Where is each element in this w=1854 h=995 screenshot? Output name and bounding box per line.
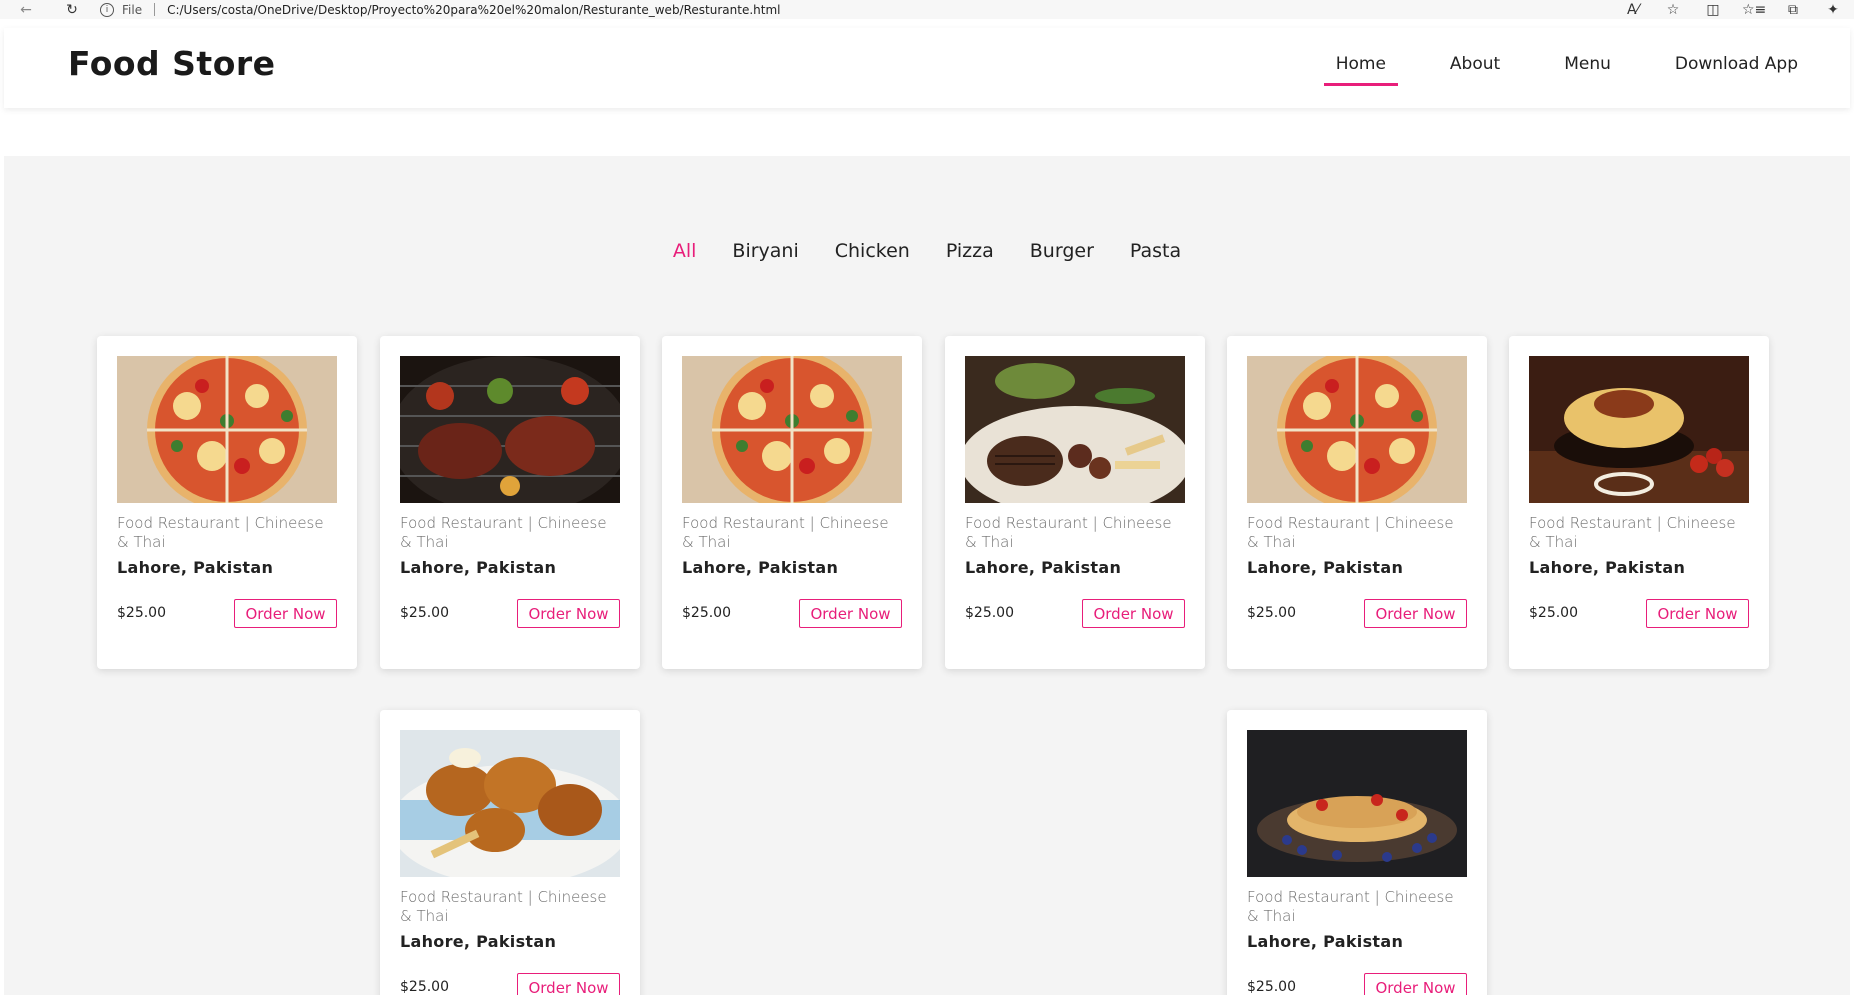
card-description: Food Restaurant | Chineese & Thai: [682, 514, 889, 551]
card-location: Lahore, Pakistan: [400, 558, 557, 577]
read-aloud-icon[interactable]: A⁄: [1622, 2, 1644, 18]
food-card: Food Restaurant | Chineese & Thai Lahore…: [1227, 336, 1487, 669]
site-logo[interactable]: Food Store: [68, 44, 276, 83]
reload-icon[interactable]: ↻: [62, 0, 82, 19]
card-description: Food Restaurant | Chineese & Thai: [1529, 514, 1736, 551]
order-now-button[interactable]: Order Now: [234, 599, 337, 628]
card-description: Food Restaurant | Chineese & Thai: [1247, 514, 1454, 551]
card-price: $25.00: [1247, 979, 1296, 995]
card-price: $25.00: [400, 979, 449, 995]
main-nav: Home About Menu Download App: [1323, 54, 1810, 86]
order-now-button[interactable]: Order Now: [1646, 599, 1749, 628]
card-description: Food Restaurant | Chineese & Thai: [965, 514, 1172, 551]
card-description: Food Restaurant | Chineese & Thai: [400, 888, 607, 925]
card-location: Lahore, Pakistan: [965, 558, 1122, 577]
order-now-button[interactable]: Order Now: [1364, 599, 1467, 628]
file-label: File: [122, 2, 143, 17]
order-now-button[interactable]: Order Now: [517, 599, 620, 628]
address-bar[interactable]: i File C:/Users/costa/OneDrive/Desktop/P…: [100, 0, 1600, 19]
card-price: $25.00: [1247, 605, 1296, 621]
card-price: $25.00: [117, 605, 166, 621]
fried-chicken-photo: [400, 730, 620, 877]
extensions-icon[interactable]: ✦: [1822, 2, 1844, 18]
food-card: Food Restaurant | Chineese & Thai Lahore…: [380, 336, 640, 669]
pizza-photo: [117, 356, 337, 503]
nav-home[interactable]: Home: [1323, 54, 1398, 86]
favorites-list-icon[interactable]: ☆≡: [1742, 2, 1766, 18]
card-location: Lahore, Pakistan: [117, 558, 274, 577]
order-now-button[interactable]: Order Now: [799, 599, 902, 628]
category-filters: All Biryani Chicken Pizza Burger Pasta: [4, 240, 1850, 262]
filter-pasta[interactable]: Pasta: [1130, 240, 1181, 262]
nav-about[interactable]: About: [1438, 54, 1512, 86]
filter-biryani[interactable]: Biryani: [732, 240, 798, 262]
browser-actions: A⁄ ☆ ◫ ☆≡ ⧉ ✦: [1622, 0, 1844, 19]
url-text[interactable]: C:/Users/costa/OneDrive/Desktop/Proyecto…: [167, 3, 780, 17]
card-description: Food Restaurant | Chineese & Thai: [400, 514, 607, 551]
pasta-bowl-photo: [1529, 356, 1749, 503]
address-separator: [154, 3, 156, 16]
card-price: $25.00: [400, 605, 449, 621]
collections-icon[interactable]: ⧉: [1782, 2, 1804, 18]
pancakes-berries-photo: [1247, 730, 1467, 877]
card-location: Lahore, Pakistan: [682, 558, 839, 577]
pizza-photo: [1247, 356, 1467, 503]
food-card: Food Restaurant | Chineese & Thai Lahore…: [1227, 710, 1487, 995]
filter-burger[interactable]: Burger: [1030, 240, 1094, 262]
card-location: Lahore, Pakistan: [1529, 558, 1686, 577]
card-location: Lahore, Pakistan: [1247, 932, 1404, 951]
steak-plate-photo: [965, 356, 1185, 503]
filter-all[interactable]: All: [673, 240, 697, 262]
food-card: Food Restaurant | Chineese & Thai Lahore…: [97, 336, 357, 669]
menu-section: All Biryani Chicken Pizza Burger Pasta F…: [4, 156, 1850, 995]
food-card: Food Restaurant | Chineese & Thai Lahore…: [662, 336, 922, 669]
card-price: $25.00: [965, 605, 1014, 621]
food-card: Food Restaurant | Chineese & Thai Lahore…: [945, 336, 1205, 669]
card-description: Food Restaurant | Chineese & Thai: [117, 514, 324, 551]
split-screen-icon[interactable]: ◫: [1702, 2, 1724, 18]
card-location: Lahore, Pakistan: [1247, 558, 1404, 577]
grilled-meat-photo: [400, 356, 620, 503]
pizza-photo: [682, 356, 902, 503]
order-now-button[interactable]: Order Now: [1364, 973, 1467, 995]
order-now-button[interactable]: Order Now: [517, 973, 620, 995]
info-icon[interactable]: i: [100, 2, 114, 17]
browser-toolbar: ← ↻ i File C:/Users/costa/OneDrive/Deskt…: [0, 0, 1854, 19]
nav-download-app[interactable]: Download App: [1663, 54, 1810, 86]
site-header: Food Store Home About Menu Download App: [4, 28, 1850, 108]
food-card: Food Restaurant | Chineese & Thai Lahore…: [1509, 336, 1769, 669]
order-now-button[interactable]: Order Now: [1082, 599, 1185, 628]
food-card: Food Restaurant | Chineese & Thai Lahore…: [380, 710, 640, 995]
favorite-star-icon[interactable]: ☆: [1662, 2, 1684, 18]
filter-pizza[interactable]: Pizza: [946, 240, 994, 262]
nav-menu[interactable]: Menu: [1552, 54, 1623, 86]
filter-chicken[interactable]: Chicken: [835, 240, 910, 262]
card-location: Lahore, Pakistan: [400, 932, 557, 951]
card-price: $25.00: [682, 605, 731, 621]
card-price: $25.00: [1529, 605, 1578, 621]
card-description: Food Restaurant | Chineese & Thai: [1247, 888, 1454, 925]
back-arrow-icon[interactable]: ←: [16, 0, 36, 19]
